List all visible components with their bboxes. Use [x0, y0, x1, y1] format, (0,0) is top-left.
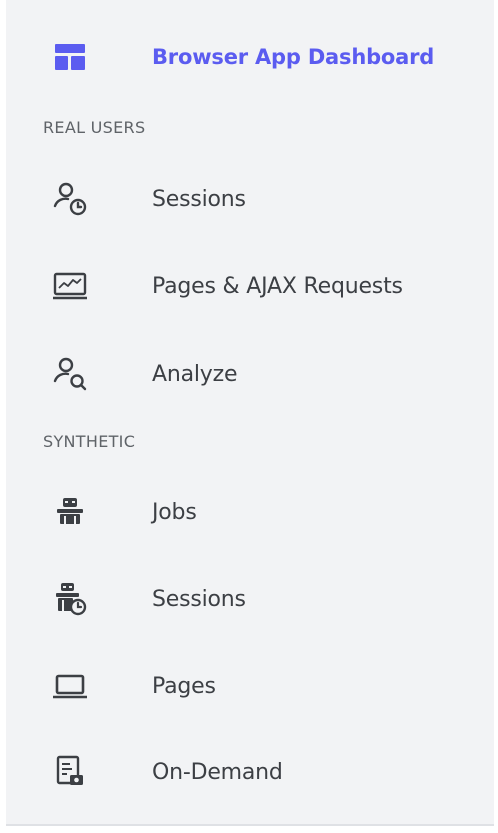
sidebar-item-real-users-sessions[interactable]: Sessions — [6, 167, 494, 231]
sidebar-item-label: Jobs — [152, 499, 197, 525]
user-clock-icon — [50, 179, 90, 219]
user-search-icon — [50, 354, 90, 394]
sidebar-item-pages-ajax-requests[interactable]: Pages & AJAX Requests — [6, 254, 494, 318]
sidebar-item-label: Pages & AJAX Requests — [152, 273, 403, 299]
laptop-icon — [50, 666, 90, 706]
sidebar-item-label: On-Demand — [152, 759, 283, 785]
sidebar-item-synthetic-sessions[interactable]: Sessions — [6, 567, 494, 631]
sidebar-item-pages[interactable]: Pages — [6, 654, 494, 718]
sidebar-item-browser-app-dashboard[interactable]: Browser App Dashboard — [6, 25, 494, 89]
sidebar-item-label: Analyze — [152, 361, 238, 387]
robot-icon — [50, 492, 90, 532]
sidebar-item-label: Sessions — [152, 586, 246, 612]
sidebar-item-on-demand[interactable]: On-Demand — [6, 740, 494, 804]
robot-clock-icon — [50, 579, 90, 619]
dashboard-icon — [50, 37, 90, 77]
monitor-chart-icon — [50, 266, 90, 306]
section-heading-synthetic: SYNTHETIC — [43, 432, 136, 451]
sidebar-item-label: Sessions — [152, 186, 246, 212]
sidebar-item-label: Browser App Dashboard — [152, 45, 435, 69]
sidebar-item-label: Pages — [152, 673, 216, 699]
section-heading-real-users: REAL USERS — [43, 118, 146, 137]
sidebar-item-analyze[interactable]: Analyze — [6, 342, 494, 406]
browser-app-sidebar: Browser App Dashboard REAL USERS Session… — [6, 0, 494, 826]
document-camera-icon — [50, 752, 90, 792]
sidebar-item-jobs[interactable]: Jobs — [6, 480, 494, 544]
